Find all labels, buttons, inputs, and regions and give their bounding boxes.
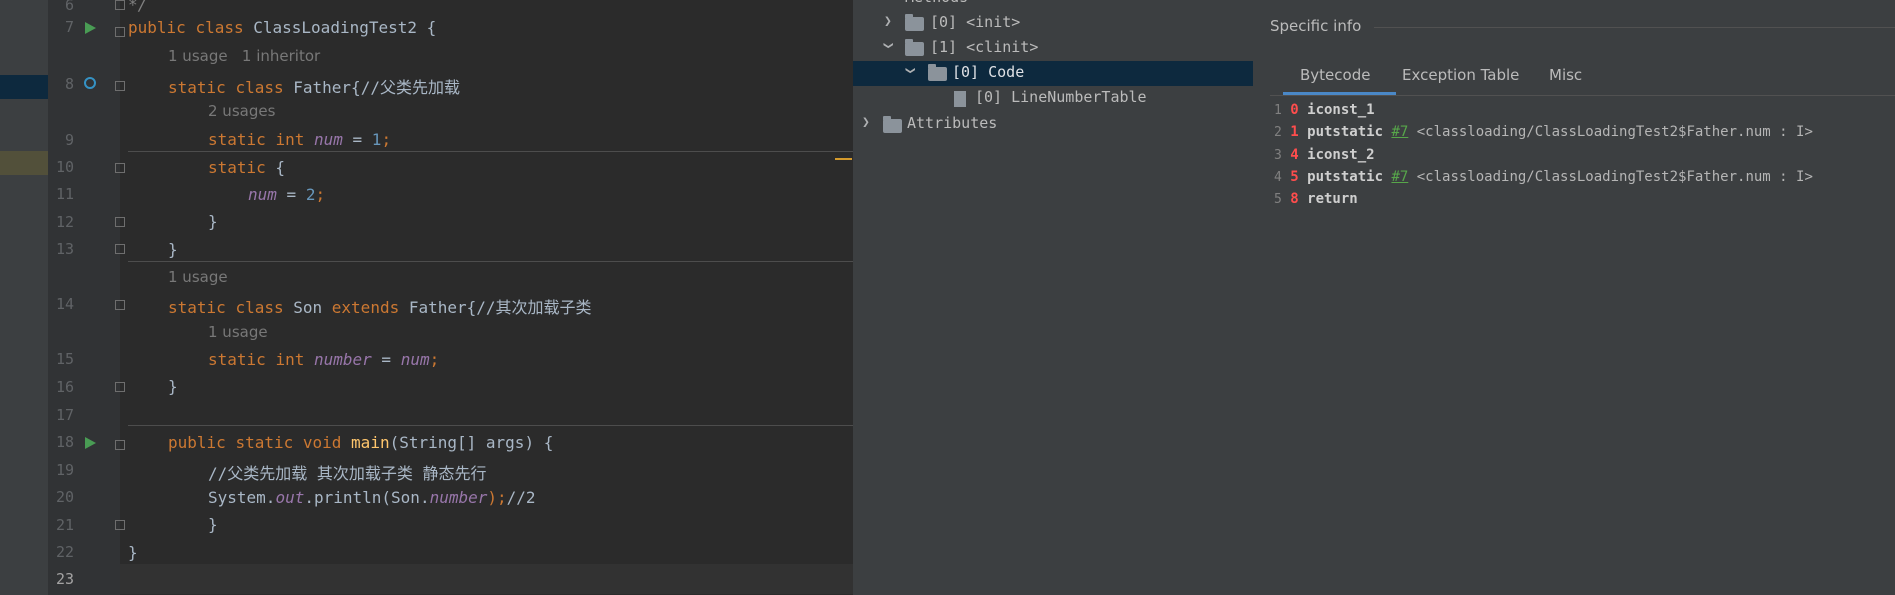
code-line: } (168, 240, 178, 259)
code-line: } (168, 377, 178, 396)
fold-marker-icon[interactable] (115, 217, 125, 227)
method-separator (128, 425, 853, 426)
chevron-down-icon[interactable]: ❯ (880, 42, 895, 50)
code-line: num = 2; (248, 185, 326, 204)
run-main-icon[interactable] (85, 437, 96, 449)
fold-marker-icon[interactable] (115, 163, 125, 173)
constant-ref-link[interactable]: #7 (1391, 124, 1408, 140)
line-number: 14 (55, 295, 74, 313)
code-line: System.out.println(Son.number);//2 (208, 488, 536, 507)
line-number: 9 (64, 131, 74, 149)
method-separator (128, 151, 853, 152)
run-class-icon[interactable] (85, 22, 96, 34)
chevron-right-icon[interactable]: ❯ (862, 115, 870, 130)
tab-exception-table[interactable]: Exception Table (1402, 66, 1519, 84)
folder-icon (883, 116, 902, 133)
tab-divider (1270, 95, 1895, 96)
code-line: static int num = 1; (208, 130, 392, 149)
folder-icon (905, 14, 924, 31)
method-separator (128, 261, 853, 262)
code-line: } (128, 543, 138, 562)
fold-marker-icon[interactable] (115, 382, 125, 392)
warning-stripe (835, 158, 852, 160)
fold-marker-icon[interactable] (115, 81, 125, 91)
usage-hint[interactable]: 1 usage (168, 268, 228, 286)
usage-hint[interactable]: 2 usages (208, 102, 275, 120)
bytecode-line: 2 1 putstatic #7 <classloading/ClassLoad… (1274, 124, 1813, 140)
chevron-down-icon[interactable]: ❯ (902, 67, 917, 75)
code-line: static { (208, 158, 286, 177)
fold-marker-icon[interactable] (115, 520, 125, 530)
line-number: 11 (55, 185, 74, 203)
tree-item-linenumbertable[interactable]: [0] LineNumberTable (975, 88, 1147, 112)
constant-ref-link[interactable]: #7 (1391, 169, 1408, 185)
fold-marker-icon[interactable] (115, 27, 125, 37)
usage-hint[interactable]: 1 usage 1 inheritor (168, 47, 320, 65)
line-number: 13 (55, 240, 74, 258)
line-number: 21 (55, 516, 74, 534)
panel-title: Specific info (1270, 17, 1362, 35)
tree-item-methods[interactable]: Methods (905, 0, 968, 12)
bytecode-line: 4 5 putstatic #7 <classloading/ClassLoad… (1274, 169, 1813, 185)
tree-item-clinit[interactable]: [1] <clinit> (930, 38, 1038, 62)
fold-marker-icon[interactable] (115, 244, 125, 254)
line-number: 18 (55, 433, 74, 451)
line-number-current: 23 (55, 570, 74, 588)
code-line: } (208, 212, 218, 231)
line-number: 15 (55, 350, 74, 368)
bytecode-line: 3 4 iconst_2 (1274, 147, 1375, 163)
line-number: 17 (55, 406, 74, 424)
title-divider (1374, 27, 1895, 28)
line-number: 7 (64, 18, 74, 36)
file-icon (954, 91, 966, 107)
tree-item-init[interactable]: [0] <init> (930, 13, 1020, 37)
strip-highlight (0, 75, 48, 99)
tree-item-code[interactable]: [0] Code (952, 63, 1024, 87)
code-line: static int number = num; (208, 350, 440, 369)
bytecode-line: 5 8 return (1274, 191, 1358, 207)
line-number: 16 (55, 378, 74, 396)
line-number: 8 (64, 75, 74, 93)
bytecode-line: 1 0 iconst_1 (1274, 102, 1375, 118)
folder-icon (905, 39, 924, 56)
code-line: } (208, 515, 218, 534)
line-number: 20 (55, 488, 74, 506)
code-line: static class Son extends Father{//其次加载子类 (168, 298, 592, 317)
code-line: //父类先加载 其次加载子类 静态先行 (208, 464, 487, 483)
tab-misc[interactable]: Misc (1549, 66, 1582, 84)
fold-marker-icon[interactable] (115, 440, 125, 450)
line-number: 10 (55, 158, 74, 176)
line-number: 6 (64, 0, 74, 14)
line-number: 19 (55, 461, 74, 479)
code-line: static class Father{//父类先加载 (168, 78, 460, 97)
folder-icon (928, 64, 947, 81)
line-number: 22 (55, 543, 74, 561)
tree-item-attributes[interactable]: Attributes (907, 114, 997, 138)
fold-marker-icon[interactable] (115, 300, 125, 310)
fold-marker-icon[interactable] (115, 0, 125, 10)
current-line-highlight (120, 564, 853, 594)
code-line: */ (128, 0, 148, 14)
strip-highlight-warning (0, 151, 48, 175)
tab-bytecode[interactable]: Bytecode (1300, 66, 1370, 84)
left-tool-strip (0, 0, 48, 595)
code-line: public static void main(String[] args) { (168, 433, 554, 452)
usage-hint[interactable]: 1 usage (208, 323, 268, 341)
line-number: 12 (55, 213, 74, 231)
code-line: public class ClassLoadingTest2 { (128, 18, 437, 37)
overridden-icon[interactable] (84, 77, 96, 89)
chevron-right-icon[interactable]: ❯ (884, 14, 892, 29)
